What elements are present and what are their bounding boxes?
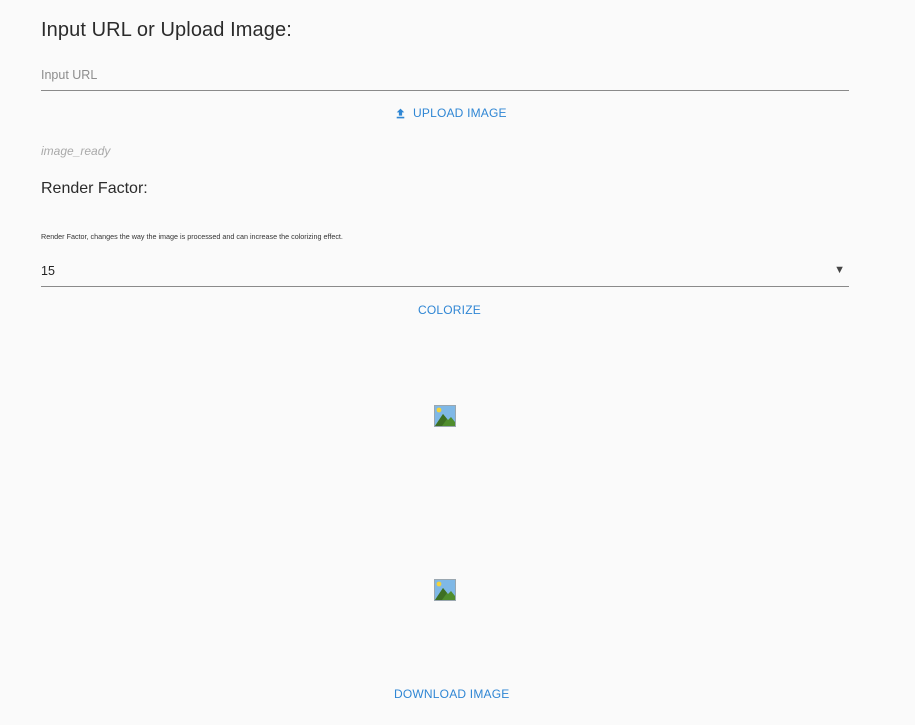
render-factor-helper: Render Factor, changes the way the image…: [41, 232, 343, 241]
url-field[interactable]: [41, 62, 849, 91]
dropdown-arrow-icon: ▼: [834, 264, 845, 276]
render-factor-value: 15: [41, 264, 55, 278]
url-input[interactable]: [41, 62, 849, 88]
upload-image-label: UPLOAD IMAGE: [413, 106, 507, 120]
colorize-button[interactable]: COLORIZE: [418, 303, 481, 317]
broken-image-icon: [434, 579, 456, 601]
download-image-label: DOWNLOAD IMAGE: [394, 687, 510, 701]
broken-image-icon: [434, 405, 456, 427]
input-title: Input URL or Upload Image:: [41, 19, 292, 41]
render-factor-select[interactable]: 15 ▼: [41, 260, 849, 287]
colorizer-page: Input URL or Upload Image: UPLOAD IMAGE …: [0, 0, 915, 725]
status-text: image_ready: [41, 144, 111, 158]
upload-image-button[interactable]: UPLOAD IMAGE: [394, 106, 507, 120]
download-image-button[interactable]: DOWNLOAD IMAGE: [394, 687, 509, 701]
render-factor-title: Render Factor:: [41, 180, 148, 197]
colorize-label: COLORIZE: [418, 303, 481, 317]
upload-icon: [396, 108, 405, 118]
